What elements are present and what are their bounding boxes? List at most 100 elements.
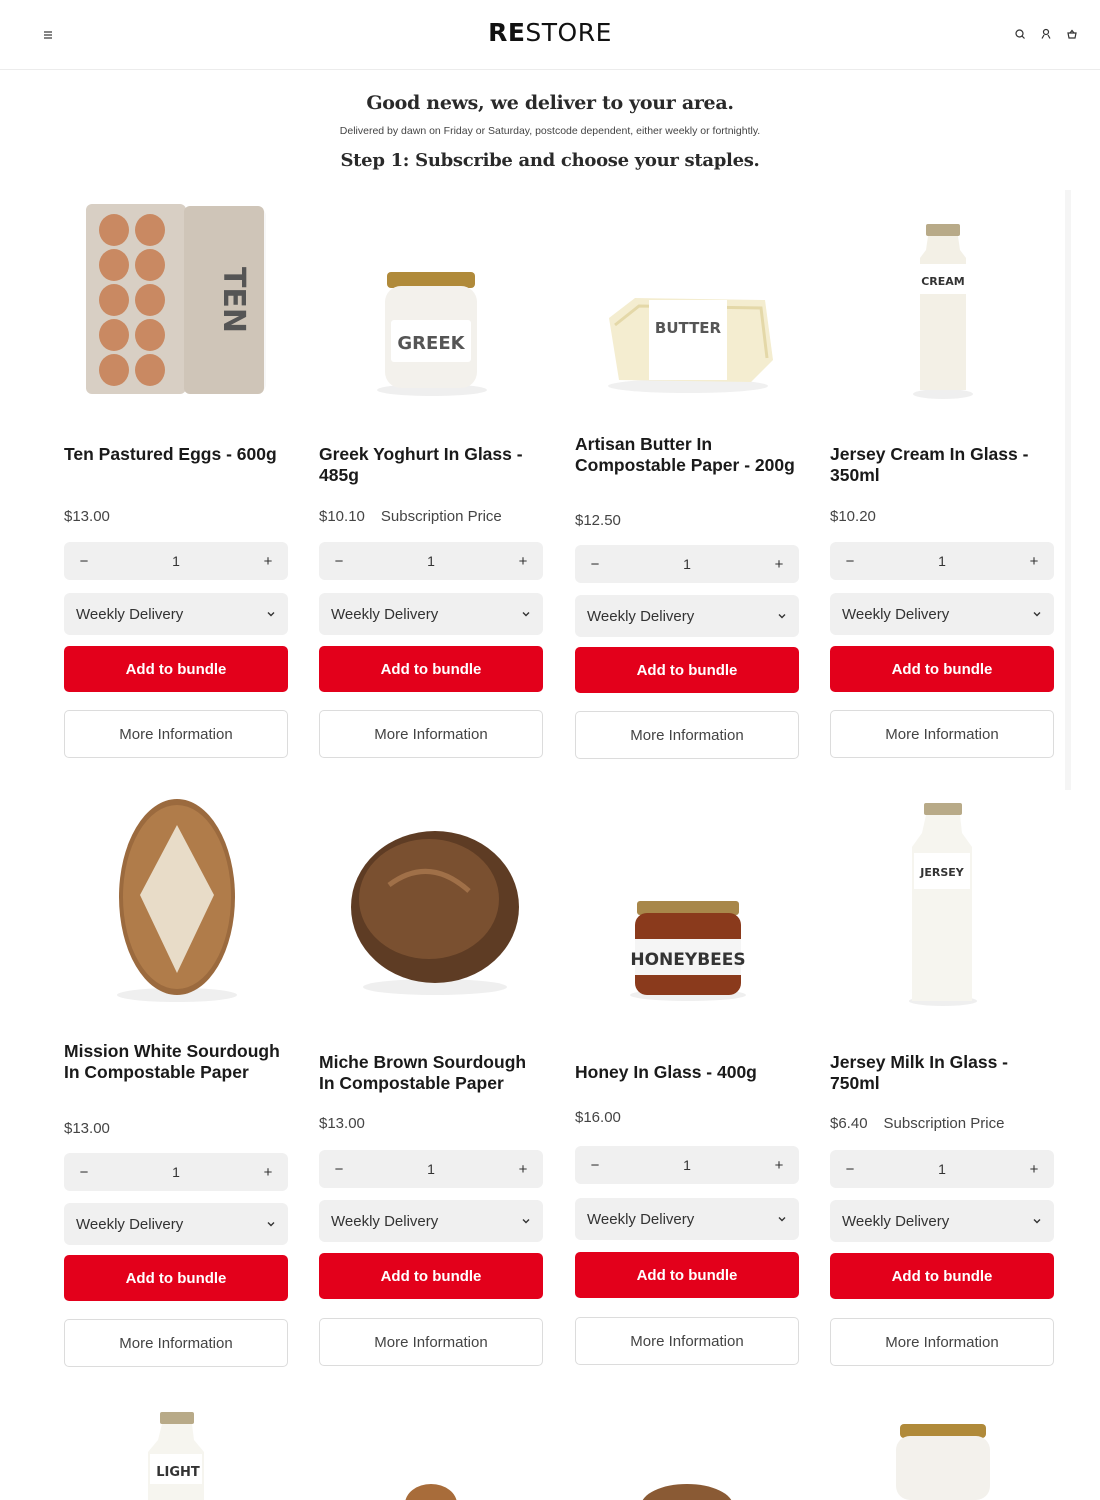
increase-quantity-button[interactable]: +	[1028, 1161, 1040, 1178]
more-information-button[interactable]: More Information	[575, 1317, 799, 1365]
increase-quantity-button[interactable]: +	[773, 1157, 785, 1174]
product-name[interactable]: Jersey Milk In Glass - 750ml	[830, 1052, 1056, 1094]
product-name[interactable]: Jersey Cream In Glass - 350ml	[830, 444, 1056, 486]
delivery-frequency-select[interactable]: Weekly Delivery	[64, 593, 288, 635]
product-name[interactable]: Miche Brown Sourdough In Compostable Pap…	[319, 1052, 545, 1094]
basket-icon[interactable]	[1064, 26, 1080, 42]
add-to-bundle-button[interactable]: Add to bundle	[319, 1253, 543, 1299]
quantity-value[interactable]: 1	[146, 1164, 206, 1180]
more-information-button[interactable]: More Information	[830, 1318, 1054, 1366]
product-price-row: $13.00	[64, 1120, 290, 1137]
more-information-button[interactable]: More Information	[319, 710, 543, 758]
delivery-frequency-select[interactable]: Weekly Delivery	[575, 1198, 799, 1240]
subscription-label: Subscription Price	[380, 508, 502, 525]
product-image[interactable]	[319, 795, 545, 1015]
decrease-quantity-button[interactable]: −	[78, 553, 90, 570]
product-price-row: $12.50	[575, 512, 801, 529]
add-to-bundle-button[interactable]: Add to bundle	[830, 646, 1054, 692]
add-to-bundle-button[interactable]: Add to bundle	[830, 1253, 1054, 1299]
product-image[interactable]: HONEYBEES	[575, 795, 801, 1015]
product-price: $12.50	[575, 512, 621, 529]
product-name[interactable]: Honey In Glass - 400g	[575, 1062, 801, 1083]
more-information-button[interactable]: More Information	[319, 1318, 543, 1366]
quantity-stepper: − 1 +	[830, 542, 1054, 580]
delivery-frequency-select[interactable]: Weekly Delivery	[319, 1200, 543, 1242]
milk-bottle-image: JERSEY	[909, 803, 977, 1006]
product-name[interactable]: Artisan Butter In Compostable Paper - 20…	[575, 434, 801, 476]
chevron-down-icon	[1033, 1219, 1041, 1224]
quantity-value[interactable]: 1	[401, 553, 461, 569]
quantity-value[interactable]: 1	[146, 553, 206, 569]
bread-top-image	[405, 1484, 457, 1500]
increase-quantity-button[interactable]: +	[1028, 553, 1040, 570]
quantity-stepper: − 1 +	[64, 1153, 288, 1191]
decrease-quantity-button[interactable]: −	[844, 553, 856, 570]
svg-text:CREAM: CREAM	[921, 275, 965, 288]
product-name[interactable]: Mission White Sourdough In Compostable P…	[64, 1041, 290, 1083]
delivery-frequency-select[interactable]: Weekly Delivery	[830, 593, 1054, 635]
product-image[interactable]: JERSEY	[830, 795, 1056, 1015]
svg-text:BUTTER: BUTTER	[655, 319, 722, 337]
product-image[interactable]: CREAM	[830, 190, 1056, 410]
add-to-bundle-button[interactable]: Add to bundle	[64, 1255, 288, 1301]
product-price-row: $10.10 Subscription Price	[319, 508, 545, 525]
delivery-frequency-value: Weekly Delivery	[331, 605, 439, 623]
quantity-value[interactable]: 1	[657, 1157, 717, 1173]
product-price-row: $10.20	[830, 508, 1056, 525]
decrease-quantity-button[interactable]: −	[589, 1157, 601, 1174]
increase-quantity-button[interactable]: +	[517, 553, 529, 570]
delivery-frequency-value: Weekly Delivery	[842, 1212, 950, 1230]
increase-quantity-button[interactable]: +	[773, 556, 785, 573]
site-logo[interactable]: RESTORE	[0, 18, 1100, 47]
decrease-quantity-button[interactable]: −	[333, 1161, 345, 1178]
quantity-value[interactable]: 1	[657, 556, 717, 572]
step-heading: Step 1: Subscribe and choose your staple…	[340, 150, 760, 171]
account-icon[interactable]	[1038, 26, 1054, 42]
subscription-label: Subscription Price	[883, 1115, 1005, 1132]
decrease-quantity-button[interactable]: −	[333, 553, 345, 570]
add-to-bundle-button[interactable]: Add to bundle	[575, 647, 799, 693]
product-image[interactable]: TEN	[64, 190, 290, 410]
light-milk-bottle-image: LIGHT	[148, 1412, 204, 1500]
decrease-quantity-button[interactable]: −	[589, 556, 601, 573]
svg-text:GREEK: GREEK	[397, 333, 465, 354]
add-to-bundle-button[interactable]: Add to bundle	[575, 1252, 799, 1298]
product-price: $13.00	[64, 508, 110, 525]
quantity-value[interactable]: 1	[912, 1161, 972, 1177]
decrease-quantity-button[interactable]: −	[78, 1164, 90, 1181]
product-name[interactable]: Ten Pastured Eggs - 600g	[64, 444, 290, 465]
yoghurt-jar-image: GREEK	[377, 272, 487, 396]
more-information-button[interactable]: More Information	[64, 710, 288, 758]
delivery-frequency-select[interactable]: Weekly Delivery	[319, 593, 543, 635]
delivery-frequency-value: Weekly Delivery	[76, 1215, 184, 1233]
delivery-frequency-select[interactable]: Weekly Delivery	[575, 595, 799, 637]
chevron-down-icon	[522, 612, 530, 617]
delivery-frequency-select[interactable]: Weekly Delivery	[64, 1203, 288, 1245]
increase-quantity-button[interactable]: +	[262, 553, 274, 570]
add-to-bundle-button[interactable]: Add to bundle	[64, 646, 288, 692]
decrease-quantity-button[interactable]: −	[844, 1161, 856, 1178]
search-icon[interactable]	[1012, 26, 1028, 42]
chevron-down-icon	[267, 612, 275, 617]
product-image[interactable]	[64, 795, 290, 1015]
product-image[interactable]: GREEK	[319, 190, 545, 410]
product-image[interactable]: BUTTER	[575, 190, 801, 410]
product-image[interactable]	[575, 1400, 801, 1500]
more-information-button[interactable]: More Information	[575, 711, 799, 759]
quantity-value[interactable]: 1	[401, 1161, 461, 1177]
quantity-stepper: − 1 +	[830, 1150, 1054, 1188]
product-price: $13.00	[64, 1120, 110, 1137]
product-image[interactable]: LIGHT	[64, 1400, 290, 1500]
product-image[interactable]	[319, 1400, 545, 1500]
delivery-frequency-select[interactable]: Weekly Delivery	[830, 1200, 1054, 1242]
product-name[interactable]: Greek Yoghurt In Glass - 485g	[319, 444, 545, 486]
add-to-bundle-button[interactable]: Add to bundle	[319, 646, 543, 692]
increase-quantity-button[interactable]: +	[262, 1164, 274, 1181]
quantity-value[interactable]: 1	[912, 553, 972, 569]
increase-quantity-button[interactable]: +	[517, 1161, 529, 1178]
more-information-button[interactable]: More Information	[64, 1319, 288, 1367]
more-information-button[interactable]: More Information	[830, 710, 1054, 758]
product-price: $16.00	[575, 1109, 621, 1126]
product-image[interactable]	[830, 1400, 1056, 1500]
quantity-stepper: − 1 +	[64, 542, 288, 580]
